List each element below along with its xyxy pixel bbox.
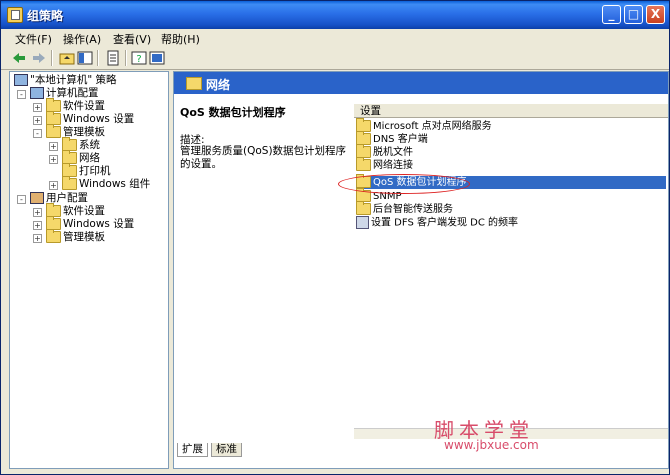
- computer-icon: [30, 87, 44, 99]
- expand-icon[interactable]: +: [33, 234, 42, 243]
- tree-windows-settings[interactable]: Windows 设置: [46, 111, 134, 126]
- details-header: 网络: [174, 72, 668, 94]
- group-policy-window: 组策略 _ □ X 文件(F) 操作(A) 查看(V) 帮助(H) ? "本地计…: [0, 0, 670, 475]
- details-header-title: 网络: [206, 78, 231, 92]
- tree-pane: "本地计算机" 策略 - 计算机配置 + 软件设置 + Windows 设置 -…: [9, 71, 169, 469]
- folder-icon: [186, 77, 202, 90]
- list-item[interactable]: 后台智能传送服务: [356, 201, 666, 216]
- list-item[interactable]: DNS 客户端: [356, 131, 666, 146]
- collapse-icon[interactable]: -: [33, 129, 42, 138]
- tab-standard[interactable]: 标准: [211, 443, 242, 457]
- policy-icon: [14, 74, 28, 86]
- folder-icon: [46, 124, 61, 138]
- folder-icon: [356, 157, 371, 171]
- tree-user-software-settings[interactable]: 软件设置: [46, 203, 105, 218]
- forward-arrow-icon[interactable]: [31, 50, 47, 66]
- expand-icon[interactable]: +: [49, 155, 58, 164]
- tree-windows-components[interactable]: Windows 组件: [62, 176, 150, 191]
- properties-icon[interactable]: [149, 50, 165, 66]
- tab-extended[interactable]: 扩展: [177, 443, 208, 457]
- tree-admin-templates[interactable]: 管理模板: [46, 124, 105, 139]
- menu-file[interactable]: 文件(F): [15, 31, 52, 47]
- list-item[interactable]: 设置 DFS 客户端发现 DC 的频率: [356, 216, 666, 229]
- expand-icon[interactable]: +: [33, 103, 42, 112]
- expand-icon[interactable]: +: [33, 221, 42, 230]
- menu-help[interactable]: 帮助(H): [161, 31, 200, 47]
- toolbar-separator: [125, 50, 127, 66]
- minimize-button[interactable]: _: [602, 5, 621, 24]
- menu-view[interactable]: 查看(V): [113, 31, 151, 47]
- toolbar: ?: [1, 47, 669, 70]
- close-button[interactable]: X: [646, 5, 665, 24]
- group-policy-icon: [7, 7, 23, 23]
- back-arrow-icon[interactable]: [11, 50, 27, 66]
- menu-bar: 文件(F) 操作(A) 查看(V) 帮助(H): [1, 29, 669, 48]
- column-header-setting[interactable]: 设置: [354, 104, 668, 118]
- tree-user-admin-templates[interactable]: 管理模板: [46, 229, 105, 244]
- folder-icon: [46, 229, 61, 243]
- folder-icon: [356, 201, 371, 215]
- export-list-icon[interactable]: [105, 50, 121, 66]
- tree-root[interactable]: "本地计算机" 策略: [14, 74, 117, 87]
- menu-action[interactable]: 操作(A): [63, 31, 101, 47]
- show-tree-icon[interactable]: [77, 50, 93, 66]
- collapse-icon[interactable]: -: [17, 90, 26, 99]
- policy-setting-icon: [356, 216, 369, 229]
- annotation-oval: [338, 174, 470, 194]
- tree-software-settings[interactable]: 软件设置: [46, 98, 105, 113]
- tree-user-windows-settings[interactable]: Windows 设置: [46, 216, 134, 231]
- list-item[interactable]: Microsoft 点对点网络服务: [356, 118, 666, 133]
- up-folder-icon[interactable]: [59, 50, 75, 66]
- toolbar-separator: [97, 50, 99, 66]
- details-pane: 网络 QoS 数据包计划程序 描述: 管理服务质量(QoS)数据包计划程序的设置…: [173, 71, 669, 469]
- help-icon[interactable]: ?: [131, 50, 147, 66]
- expand-icon[interactable]: +: [33, 116, 42, 125]
- description-text: 管理服务质量(QoS)数据包计划程序的设置。: [180, 145, 347, 170]
- watermark-url: www.jbxue.com: [444, 438, 539, 452]
- list-item[interactable]: 脱机文件: [356, 144, 666, 159]
- maximize-button[interactable]: □: [624, 5, 643, 24]
- toolbar-separator: [51, 50, 53, 66]
- svg-text:?: ?: [136, 54, 141, 65]
- title-bar: 组策略 _ □ X: [1, 1, 669, 29]
- expand-icon[interactable]: +: [49, 181, 58, 190]
- description-title: QoS 数据包计划程序: [180, 106, 286, 119]
- collapse-icon[interactable]: -: [17, 195, 26, 204]
- list-item[interactable]: 网络连接: [356, 157, 666, 172]
- expand-icon[interactable]: +: [33, 208, 42, 217]
- expand-icon[interactable]: +: [49, 142, 58, 151]
- window-title: 组策略: [27, 9, 64, 23]
- tree-user-config[interactable]: 用户配置: [30, 192, 88, 205]
- user-icon: [30, 192, 44, 204]
- tree-computer-config[interactable]: 计算机配置: [30, 87, 99, 100]
- folder-icon: [62, 176, 77, 190]
